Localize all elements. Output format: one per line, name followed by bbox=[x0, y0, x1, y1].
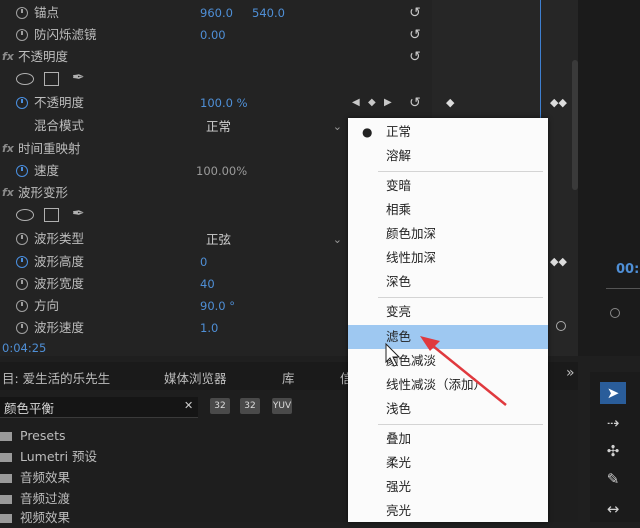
red-arrow-shaft bbox=[427, 341, 507, 406]
mouse-cursor-icon bbox=[385, 342, 401, 367]
annotation-overlay bbox=[385, 336, 507, 406]
